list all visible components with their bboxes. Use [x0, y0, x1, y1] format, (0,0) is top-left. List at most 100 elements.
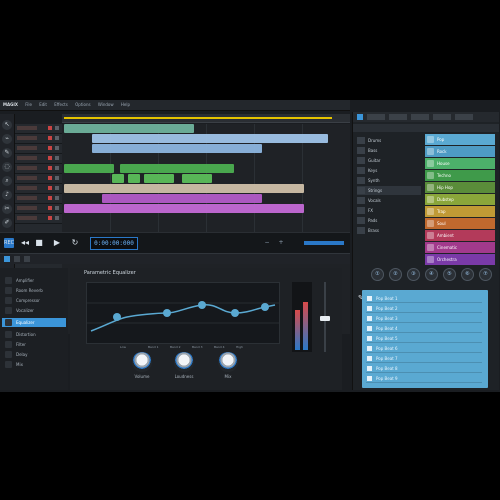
patch-item[interactable]: Pop Beat 2 [366, 304, 482, 313]
instrument-item[interactable]: Pads [357, 216, 421, 225]
mute-button[interactable] [48, 186, 52, 190]
mute-button[interactable] [48, 146, 52, 150]
solo-button[interactable] [55, 196, 59, 200]
category-item[interactable]: Cinematic [425, 242, 495, 253]
track-header[interactable] [15, 204, 62, 214]
mute-button[interactable] [48, 216, 52, 220]
track-header[interactable] [15, 194, 62, 204]
tab-editor[interactable] [24, 256, 30, 262]
clip[interactable] [144, 174, 174, 183]
category-item[interactable]: House [425, 158, 495, 169]
track-header[interactable] [15, 154, 62, 164]
pool-tab[interactable] [389, 114, 407, 120]
guitar-icon[interactable]: ♪ [2, 190, 12, 200]
stop-icon[interactable]: ■ [34, 238, 44, 248]
solo-button[interactable] [55, 146, 59, 150]
solo-button[interactable] [55, 136, 59, 140]
effect-item[interactable]: Room Reverb [2, 286, 66, 295]
instrument-item[interactable]: Keys [357, 166, 421, 175]
menu-effects[interactable]: Effects [54, 100, 68, 110]
instrument-item[interactable]: Drums [357, 136, 421, 145]
mute-button[interactable] [48, 156, 52, 160]
mute-button[interactable] [48, 196, 52, 200]
instrument-item[interactable]: Synth [357, 176, 421, 185]
zoom-out-icon[interactable]: − [262, 238, 272, 248]
category-item[interactable]: Pop [425, 134, 495, 145]
filter-button[interactable]: ⑤ [443, 268, 456, 281]
track-header[interactable] [15, 134, 62, 144]
clip[interactable] [112, 174, 124, 183]
pool-tab[interactable] [433, 114, 451, 120]
clip[interactable] [64, 164, 114, 173]
filter-button[interactable]: ⑥ [461, 268, 474, 281]
solo-button[interactable] [55, 156, 59, 160]
clip[interactable] [92, 134, 328, 143]
track-header[interactable] [15, 214, 62, 224]
track-header[interactable] [15, 164, 62, 174]
menu-file[interactable]: File [25, 100, 32, 110]
patch-item[interactable]: Pop Beat 8 [366, 364, 482, 373]
menu-help[interactable]: Help [121, 100, 130, 110]
mute-button[interactable] [48, 136, 52, 140]
pool-tab-icon[interactable] [357, 114, 363, 120]
tab-inspector[interactable] [4, 256, 10, 262]
instrument-item[interactable]: Brass [357, 226, 421, 235]
instrument-item[interactable]: Vocals [357, 196, 421, 205]
effect-item[interactable]: Compressor [2, 296, 66, 305]
patch-item[interactable]: Pop Beat 9 [366, 374, 482, 383]
solo-button[interactable] [55, 206, 59, 210]
menu-edit[interactable]: Edit [39, 100, 47, 110]
zoom-in-icon[interactable]: + [276, 238, 286, 248]
category-item[interactable]: Orchestra [425, 254, 495, 265]
clip[interactable] [102, 194, 262, 203]
category-item[interactable]: Techno [425, 170, 495, 181]
cut-icon[interactable]: ⌁ [2, 134, 12, 144]
mute-button[interactable] [48, 166, 52, 170]
solo-button[interactable] [55, 126, 59, 130]
scissors-icon[interactable]: ✂ [2, 204, 12, 214]
record-button[interactable]: REC [4, 238, 14, 248]
filter-button[interactable]: ② [389, 268, 402, 281]
track-header[interactable] [15, 174, 62, 184]
effect-item[interactable]: Distortion [2, 330, 66, 339]
instrument-item[interactable]: FX [357, 206, 421, 215]
solo-button[interactable] [55, 176, 59, 180]
solo-button[interactable] [55, 166, 59, 170]
zoom-icon[interactable]: ⌕ [2, 176, 12, 186]
fader-handle[interactable] [320, 316, 330, 321]
play-icon[interactable]: ▶ [52, 238, 62, 248]
mute-button[interactable] [48, 176, 52, 180]
effect-item[interactable]: Delay [2, 350, 66, 359]
patch-item[interactable]: Pop Beat 7 [366, 354, 482, 363]
zoom-slider[interactable] [304, 241, 344, 245]
track-header[interactable] [15, 124, 62, 134]
patch-item[interactable]: Pop Beat 4 [366, 324, 482, 333]
filter-button[interactable]: ④ [425, 268, 438, 281]
category-item[interactable]: Ambient [425, 230, 495, 241]
category-item[interactable]: Rock [425, 146, 495, 157]
instrument-item-selected[interactable]: Strings [357, 186, 421, 195]
timeline-ruler[interactable] [62, 114, 350, 123]
instrument-item[interactable]: Guitar [357, 156, 421, 165]
effect-item[interactable]: Filter [2, 340, 66, 349]
pool-tab[interactable] [367, 114, 385, 120]
track-header[interactable] [15, 184, 62, 194]
output-fader[interactable] [320, 282, 330, 352]
category-item[interactable]: Dubstep [425, 194, 495, 205]
clip[interactable] [64, 124, 194, 133]
eq-graph[interactable] [86, 282, 280, 344]
clip[interactable] [182, 174, 212, 183]
clip[interactable] [64, 184, 304, 193]
solo-button[interactable] [55, 186, 59, 190]
category-item[interactable]: Trap [425, 206, 495, 217]
loop-icon[interactable]: ↻ [70, 238, 80, 248]
loop-range[interactable] [64, 117, 332, 119]
select-icon[interactable]: ↖ [2, 120, 12, 130]
mix-knob[interactable] [218, 352, 238, 372]
patch-item[interactable]: Pop Beat 6 [366, 344, 482, 353]
menu-window[interactable]: Window [98, 100, 114, 110]
draw-icon[interactable]: ✎ [2, 148, 12, 158]
category-item[interactable]: Soul [425, 218, 495, 229]
pool-tab[interactable] [455, 114, 473, 120]
mute-button[interactable] [48, 126, 52, 130]
